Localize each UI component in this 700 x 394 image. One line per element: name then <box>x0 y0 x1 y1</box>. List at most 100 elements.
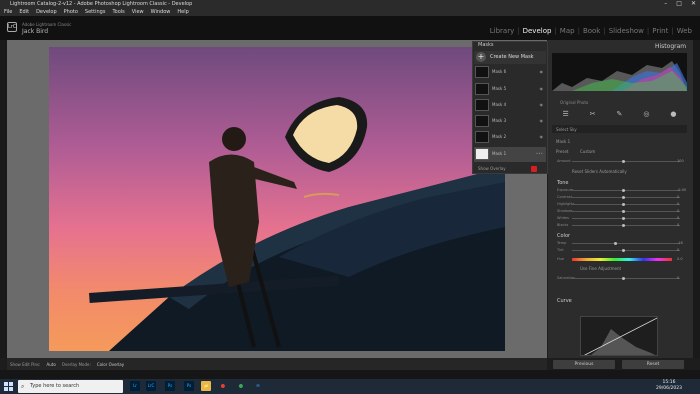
create-new-mask-button[interactable]: + Create New Mask <box>474 51 546 64</box>
mask-icon[interactable]: ● <box>670 110 676 122</box>
fine-adjustment-checkbox[interactable]: Use Fine Adjustment <box>580 266 621 271</box>
eye-icon[interactable]: ◉ <box>540 69 544 74</box>
highlights-value[interactable]: 0 <box>677 202 679 206</box>
mask-thumbnail <box>475 148 489 160</box>
mask-thumbnail <box>475 115 489 127</box>
mask-row[interactable]: Mask 3 ◉ <box>474 114 546 129</box>
histogram-title: Histogram <box>655 43 687 50</box>
contrast-slider[interactable] <box>572 196 680 199</box>
menu-edit[interactable]: Edit <box>19 8 29 16</box>
window-controls[interactable]: – □ ✕ <box>664 0 696 8</box>
main-photo[interactable] <box>49 47 505 351</box>
contrast-value[interactable]: 0 <box>677 195 679 199</box>
amount-slider[interactable] <box>572 160 680 163</box>
overlay-mode-select[interactable]: Color Overlay <box>97 362 124 367</box>
shadows-slider[interactable] <box>572 210 680 213</box>
lightroom-icon[interactable]: Lr <box>130 381 140 391</box>
module-develop[interactable]: Develop <box>523 27 552 35</box>
temp-value[interactable]: -18 <box>677 241 683 245</box>
temp-slider[interactable] <box>572 242 680 245</box>
taskbar-clock[interactable]: 15:16 29/06/2023 <box>656 380 682 392</box>
saturation-value[interactable]: 0 <box>677 276 679 280</box>
mask-name: Mask 3 <box>492 118 507 123</box>
module-web[interactable]: Web <box>677 27 692 35</box>
show-overlay-checkbox[interactable]: Show Overlay <box>478 166 506 171</box>
heal-icon[interactable]: ✎ <box>617 110 623 122</box>
chrome-icon[interactable]: ⬤ <box>218 381 228 391</box>
file-explorer-icon[interactable]: 📁 <box>201 381 211 391</box>
blacks-value[interactable]: 0 <box>677 223 679 227</box>
shadows-value[interactable]: 0 <box>677 209 679 213</box>
mask-row[interactable]: Mask 5 ◉ <box>474 82 546 97</box>
module-library[interactable]: Library <box>490 27 514 35</box>
develop-toolbar: Show Edit Pins: Auto Overlay Mode: Color… <box>7 358 547 370</box>
tone-curve[interactable] <box>580 316 658 356</box>
edit-pins-select[interactable]: Auto <box>46 362 55 367</box>
mask-row[interactable]: Mask 2 ◉ <box>474 130 546 145</box>
menu-file[interactable]: File <box>4 8 12 16</box>
eye-icon[interactable]: ◉ <box>540 134 544 139</box>
mask-row[interactable]: Mask 4 ◉ <box>474 98 546 113</box>
overlay-color-swatch[interactable] <box>531 166 537 172</box>
right-panel-scrollbar[interactable] <box>693 40 700 358</box>
shadows-label: Shadows <box>557 209 573 213</box>
tint-slider[interactable] <box>572 249 680 252</box>
tint-value[interactable]: 0 <box>677 248 679 252</box>
window-title: Lightroom Catalog-2-v12 - Adobe Photosho… <box>0 0 700 8</box>
exposure-slider[interactable] <box>572 189 680 192</box>
color-header[interactable]: Color <box>557 233 570 239</box>
reset-button[interactable]: Reset <box>622 360 684 369</box>
filmstrip-collapsed[interactable] <box>0 370 700 379</box>
spotify-icon[interactable]: ⬤ <box>236 381 246 391</box>
menu-develop[interactable]: Develop <box>36 8 57 16</box>
menu-settings[interactable]: Settings <box>85 8 106 16</box>
module-book[interactable]: Book <box>583 27 600 35</box>
previous-button[interactable]: Previous <box>553 360 615 369</box>
menu-window[interactable]: Window <box>151 8 171 16</box>
more-icon[interactable]: ••• <box>536 151 543 156</box>
menu-bar: File Edit Develop Photo Settings Tools V… <box>0 8 700 16</box>
mask-row-selected[interactable]: Mask 1 ••• <box>474 147 546 162</box>
eye-icon[interactable]: ◉ <box>540 102 544 107</box>
taskbar-search[interactable]: ⌕ Type here to search <box>18 380 123 393</box>
menu-view[interactable]: View <box>132 8 144 16</box>
mail-icon[interactable]: ✉ <box>253 381 263 391</box>
blacks-slider[interactable] <box>572 224 680 227</box>
preset-value[interactable]: Custom <box>580 149 595 154</box>
exposure-value[interactable]: -0.00 <box>677 188 686 192</box>
module-print[interactable]: Print <box>652 27 668 35</box>
redeye-icon[interactable]: ◎ <box>643 110 649 122</box>
saturation-slider[interactable] <box>572 277 680 280</box>
lightroom-classic-icon[interactable]: LrC <box>146 381 156 391</box>
original-photo-toggle[interactable]: Original Photo <box>560 100 588 105</box>
whites-slider[interactable] <box>572 217 680 220</box>
user-name: Jack Bird <box>22 28 49 35</box>
hue-slider[interactable] <box>572 258 672 261</box>
hue-value[interactable]: 0.0 <box>677 257 683 261</box>
eye-icon[interactable]: ◉ <box>540 86 544 91</box>
photo-silhouette <box>89 97 505 351</box>
minimize-icon[interactable]: – <box>664 0 667 8</box>
maximize-icon[interactable]: □ <box>676 0 682 8</box>
close-icon[interactable]: ✕ <box>691 0 696 8</box>
crop-icon[interactable]: ✂ <box>590 110 596 122</box>
left-panel-collapsed[interactable] <box>0 40 7 358</box>
whites-value[interactable]: 0 <box>677 216 679 220</box>
menu-tools[interactable]: Tools <box>112 8 124 16</box>
menu-photo[interactable]: Photo <box>64 8 78 16</box>
menu-help[interactable]: Help <box>177 8 188 16</box>
curve-header[interactable]: Curve <box>557 298 572 304</box>
edit-icon[interactable]: ☰ <box>562 110 568 122</box>
windows-start-icon[interactable] <box>4 382 13 391</box>
eye-icon[interactable]: ◉ <box>540 118 544 123</box>
photoshop-beta-icon[interactable]: Ps <box>184 381 194 391</box>
module-slideshow[interactable]: Slideshow <box>609 27 644 35</box>
highlights-slider[interactable] <box>572 203 680 206</box>
mask-row[interactable]: Mask 6 ◉ <box>474 65 546 80</box>
module-map[interactable]: Map <box>560 27 575 35</box>
amount-value[interactable]: 100 <box>677 159 684 163</box>
photoshop-icon[interactable]: Ps <box>165 381 175 391</box>
reset-sliders-checkbox[interactable]: Reset Sliders Automatically <box>572 169 627 174</box>
search-icon: ⌕ <box>21 383 25 390</box>
tone-header[interactable]: Tone <box>557 180 569 186</box>
